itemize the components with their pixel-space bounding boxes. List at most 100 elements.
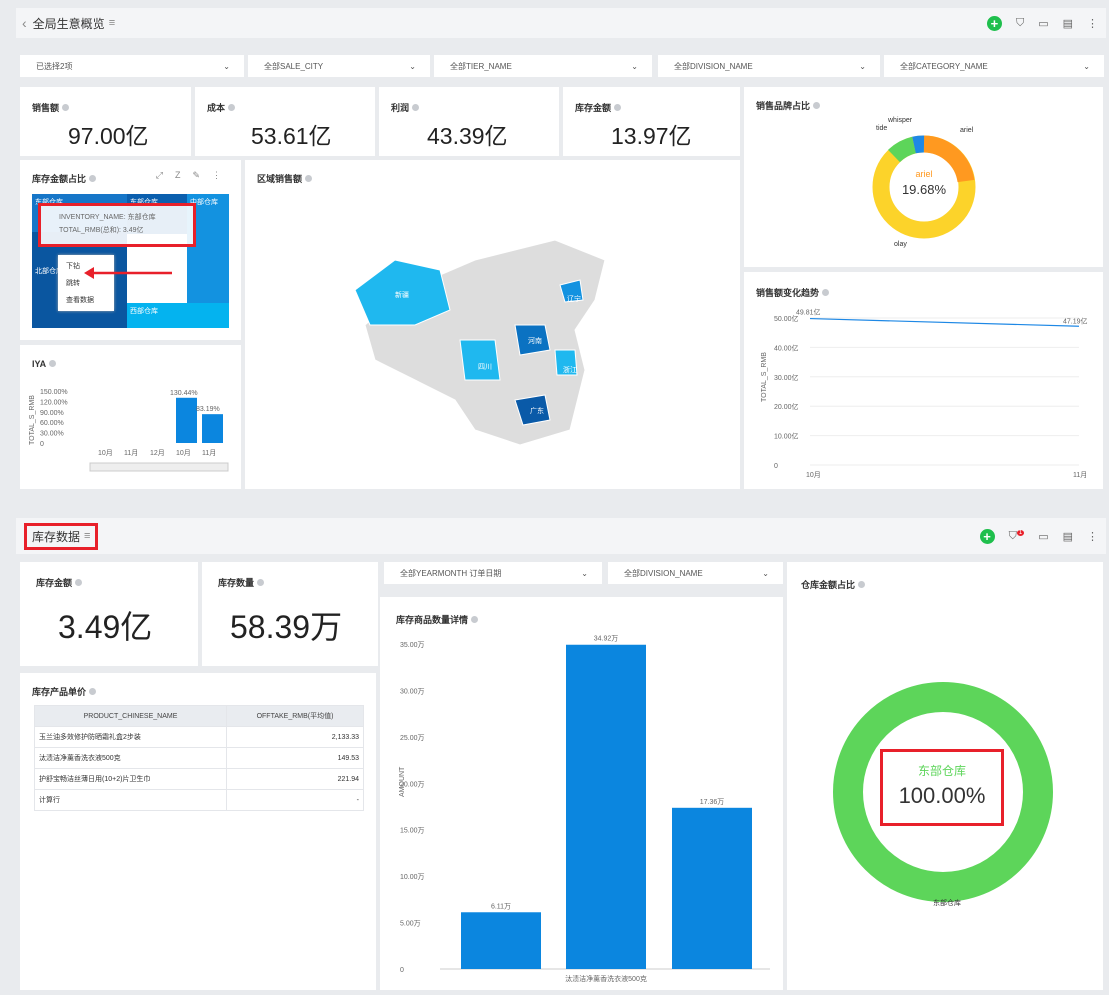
x-tick: 12月 xyxy=(150,449,165,457)
y-tick: 0 xyxy=(400,967,404,974)
help-icon xyxy=(305,175,313,182)
y-tick: 50.00亿 xyxy=(774,314,799,323)
tooltip-value: TOTAL_RMB(总和): 3.49亿 xyxy=(59,227,144,234)
kpi-value: 53.61亿 xyxy=(251,123,332,149)
bar[interactable] xyxy=(672,807,752,969)
map-title: 区域销售额 xyxy=(257,174,303,184)
map-label: 新疆 xyxy=(395,292,409,299)
y-tick: 30.00亿 xyxy=(774,373,799,382)
x-tick: 11月 xyxy=(202,449,216,457)
treemap-context-menu: 下钻 跳转 查看数据 xyxy=(58,255,114,311)
y-tick: 0 xyxy=(40,441,44,448)
filter-select[interactable]: 已选择2项 ⌄ xyxy=(20,55,244,77)
scrollbar[interactable] xyxy=(89,462,229,472)
table-row[interactable]: 护舒宝畅洁丝薄日用(10+2)片卫生巾 221.94 xyxy=(33,768,364,790)
y-tick: 150.00% xyxy=(40,389,68,396)
kpi-label: 库存金额 xyxy=(575,103,612,113)
add-icon[interactable]: + xyxy=(986,15,1002,31)
filter-select[interactable]: 全部YEARMONTH 订单日期 ⌄ xyxy=(384,562,602,584)
map-label: 浙江 xyxy=(563,367,577,374)
back-icon[interactable]: ‹ xyxy=(22,15,27,31)
menu-icon[interactable]: ≡ xyxy=(109,17,115,29)
table-row[interactable]: 计算行 - xyxy=(33,789,364,811)
kpi-label: 库存数量 xyxy=(218,578,255,588)
filter-label: 全部DIVISION_NAME xyxy=(624,568,703,578)
y-tick: 20.00亿 xyxy=(774,402,799,411)
table-row[interactable]: 玉兰油多效修护防晒霜礼盒2步装 2,133.33 xyxy=(33,726,364,748)
brand-donut[interactable]: ariel 19.68% xyxy=(864,127,984,247)
filter-icon[interactable]: ⛉ 1 xyxy=(1009,530,1025,543)
menu-icon[interactable]: ≡ xyxy=(84,530,90,542)
kpi-card: 销售额 97.00亿 xyxy=(20,87,191,156)
bar[interactable] xyxy=(176,397,197,443)
kpi-card: 库存数量 58.39万 xyxy=(202,562,378,666)
sort-icon[interactable]: Z xyxy=(175,170,181,181)
x-tick: 10月 xyxy=(98,449,113,457)
chevron-down-icon: ⌄ xyxy=(762,568,769,578)
expand-icon[interactable]: ⤢ xyxy=(156,170,163,181)
treemap-title: 库存金额占比 xyxy=(32,174,87,184)
treemap-tile-west[interactable]: 西部仓库 xyxy=(127,303,229,328)
y-tick: 30.00万 xyxy=(400,687,425,695)
map-label: 河南 xyxy=(528,338,542,345)
stock-bar-chart[interactable]: 05.00万10.00万15.00万20.00万25.00万30.00万35.0… xyxy=(380,597,783,990)
help-icon xyxy=(89,175,97,182)
filter-label: 全部DIVISION_NAME xyxy=(674,61,753,71)
filter-select[interactable]: 全部DIVISION_NAME ⌄ xyxy=(658,55,880,77)
help-icon xyxy=(813,102,821,109)
iya-chart[interactable]: 0 30.00% 60.00% 90.00% 120.00% 150.00% 10月 11月 1… xyxy=(20,345,241,489)
brand-center-label: ariel xyxy=(915,169,932,179)
more-icon[interactable]: ⋮ xyxy=(212,170,221,181)
comment-icon[interactable]: ▤ xyxy=(1063,17,1073,30)
bar[interactable] xyxy=(202,414,223,443)
filter-label: 全部CATEGORY_NAME xyxy=(900,61,988,71)
price-table-card: 库存产品单价 PRODUCT_CHINESE_NAME OFFTAKE_RMB(平… xyxy=(20,673,376,990)
more-icon[interactable]: ⋮ xyxy=(1087,17,1098,30)
china-map[interactable] xyxy=(345,230,625,460)
y-tick: 30.00% xyxy=(40,431,64,438)
donut-title: 仓库金额占比 xyxy=(801,580,856,590)
help-icon xyxy=(62,104,70,111)
screen-icon[interactable]: ▭ xyxy=(1038,530,1048,543)
help-icon xyxy=(257,579,265,586)
filter-select[interactable]: 全部DIVISION_NAME ⌄ xyxy=(608,562,783,584)
filter-label: 全部YEARMONTH 订单日期 xyxy=(400,568,502,578)
bar[interactable] xyxy=(566,644,646,969)
filter-icon[interactable]: ⛉ xyxy=(1016,17,1024,30)
bar[interactable] xyxy=(461,912,541,969)
table-row[interactable]: 汰渍洁净薰香洗衣液500克 149.53 xyxy=(33,747,364,769)
help-icon xyxy=(858,581,866,588)
table-cell: 149.53 xyxy=(226,747,364,769)
filter-select[interactable]: 全部CATEGORY_NAME ⌄ xyxy=(884,55,1104,77)
add-icon[interactable]: + xyxy=(979,528,995,544)
screen-icon[interactable]: ▭ xyxy=(1038,17,1048,30)
table-title: 库存产品单价 xyxy=(32,687,87,697)
kpi-label: 成本 xyxy=(207,103,226,113)
data-label: 83.19% xyxy=(196,406,220,413)
help-icon xyxy=(412,104,420,111)
map-label: 辽宁 xyxy=(567,296,581,303)
filter-select[interactable]: 全部SALE_CITY ⌄ xyxy=(248,55,430,77)
chevron-down-icon: ⌄ xyxy=(859,61,866,71)
trend-chart[interactable]: 0 10.00亿 20.00亿 30.00亿 40.00亿 50.00亿 10月 11月 49.… xyxy=(744,272,1103,489)
column-header[interactable]: PRODUCT_CHINESE_NAME xyxy=(33,705,228,727)
trend-line[interactable] xyxy=(809,317,1080,327)
section2-header: 库存数据 ≡ + ⛉ 1 ▭ ▤ ⋮ xyxy=(16,518,1106,554)
x-tick: 11月 xyxy=(124,449,138,457)
y-tick: 60.00% xyxy=(40,420,64,427)
comment-icon[interactable]: ▤ xyxy=(1063,530,1073,543)
kpi-value: 3.49亿 xyxy=(58,609,153,645)
help-icon xyxy=(75,579,83,586)
kpi-card: 成本 53.61亿 xyxy=(195,87,375,156)
filter-select[interactable]: 全部TIER_NAME ⌄ xyxy=(434,55,652,77)
column-header[interactable]: OFFTAKE_RMB(平均值) xyxy=(226,705,364,727)
map-label: 广东 xyxy=(530,408,544,415)
treemap-card: 库存金额占比 ⤢Z✎⋮ 东部仓库 东部仓库 中部仓库 北部仓库 西部仓库 下钻 … xyxy=(20,160,241,340)
y-tick: 10.00亿 xyxy=(774,432,799,441)
chevron-down-icon: ⌄ xyxy=(631,61,638,71)
more-icon[interactable]: ⋮ xyxy=(1087,530,1098,543)
section2-title: 库存数据 xyxy=(32,529,81,544)
data-label: 6.11万 xyxy=(491,902,511,910)
menu-item-view-data[interactable]: 查看数据 xyxy=(66,292,106,309)
edit-icon[interactable]: ✎ xyxy=(192,170,200,181)
